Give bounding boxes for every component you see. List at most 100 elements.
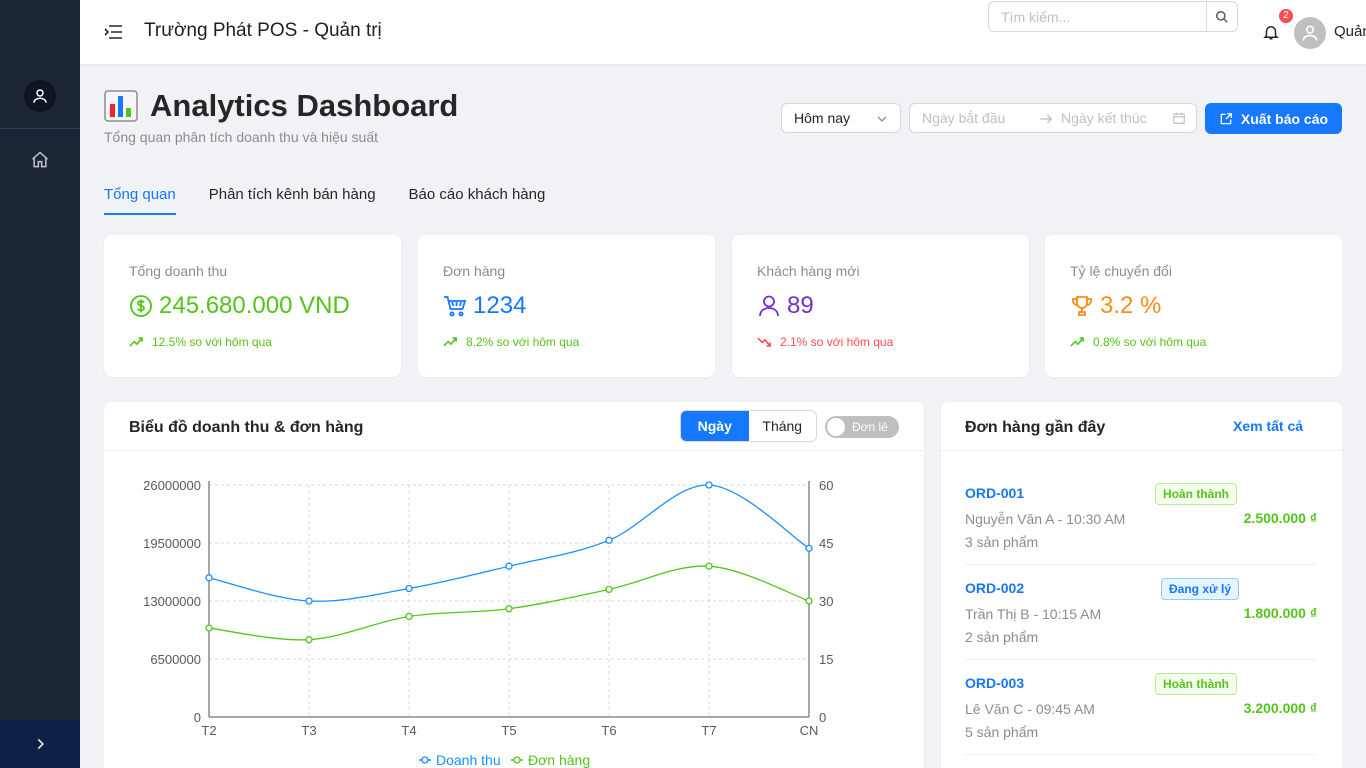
date-range-picker[interactable]: Ngày bắt đầu Ngày kết thúc <box>909 103 1197 133</box>
orders-card-header: Đơn hàng gần đây Xem tất cả <box>941 402 1342 451</box>
y-right-tick-label: 30 <box>819 594 833 609</box>
data-point <box>305 636 313 644</box>
sidebar-expand-button[interactable] <box>0 720 80 768</box>
period-segmented-control: Ngày Tháng <box>680 410 817 442</box>
date-start-field[interactable]: Ngày bắt đầu <box>922 110 1005 126</box>
segment-month[interactable]: Tháng <box>749 411 817 441</box>
search-box <box>988 1 1238 32</box>
chevron-down-icon <box>877 116 887 122</box>
order-amount: 3.200.000 ₫ <box>1243 700 1317 716</box>
stat-label: Tỷ lệ chuyển đổi <box>1070 263 1172 279</box>
data-point <box>705 562 713 570</box>
search-button[interactable] <box>1206 2 1237 31</box>
legend-marker <box>421 756 429 764</box>
stat-change: 0.8% so với hôm qua <box>1070 335 1206 349</box>
sidebar <box>0 0 80 768</box>
tab-channel-analysis[interactable]: Phân tích kênh bán hàng <box>209 186 376 215</box>
x-tick-label: T6 <box>601 723 616 738</box>
legend-label: Doanh thu <box>436 752 501 768</box>
x-tick-label: T3 <box>301 723 316 738</box>
stat-label: Khách hàng mới <box>757 263 860 279</box>
search-icon <box>1216 10 1228 23</box>
sidebar-item-home[interactable] <box>30 150 50 170</box>
trend-up-icon <box>129 337 143 347</box>
stat-change-text: 12.5% so với hôm qua <box>152 335 272 349</box>
export-report-button[interactable]: Xuất báo cáo <box>1205 103 1342 134</box>
bar-chart-emoji-icon <box>104 90 138 122</box>
toggle-knob <box>827 418 845 436</box>
stat-value: 3.2 % <box>1100 292 1162 319</box>
order-items: 3 sản phẩm <box>965 534 1039 550</box>
data-point <box>505 562 513 570</box>
user-icon <box>759 295 779 317</box>
data-point <box>805 597 813 605</box>
stat-card-conversion: Tỷ lệ chuyển đổi 3.2 % 0.8% so với hôm q… <box>1045 235 1342 377</box>
data-point <box>405 612 413 621</box>
menu-fold-icon <box>104 25 122 39</box>
revenue-orders-line-chart: 0 0 6500000 15 13000000 30 19500000 45 26000000 6… <box>143 478 833 768</box>
export-report-label: Xuất báo cáo <box>1240 110 1329 127</box>
sidebar-user-avatar[interactable] <box>24 80 56 112</box>
order-item[interactable]: ORD-003 Lê Văn C - 09:45 AM 5 sản phẩm H… <box>965 660 1317 755</box>
y-right-tick-label: 0 <box>819 710 826 725</box>
stat-change-text: 0.8% so với hôm qua <box>1093 335 1207 349</box>
calendar-icon <box>1173 112 1185 124</box>
user-icon <box>33 89 47 103</box>
data-point <box>305 597 313 605</box>
y-right-tick-label: 45 <box>819 536 833 551</box>
order-amount: 2.500.000 ₫ <box>1243 510 1317 526</box>
y-right-tick-label: 60 <box>819 478 833 493</box>
data-point <box>605 585 613 594</box>
order-id[interactable]: ORD-001 <box>965 485 1024 501</box>
y-left-tick-label: 0 <box>194 710 201 725</box>
menu-toggle-button[interactable] <box>104 24 122 40</box>
y-left-tick-label: 26000000 <box>143 478 201 493</box>
tab-overview[interactable]: Tổng quan <box>104 186 176 215</box>
y-left-tick-label: 19500000 <box>143 536 201 551</box>
order-item[interactable]: ORD-001 Nguyễn Văn A - 10:30 AM 3 sản ph… <box>965 470 1317 565</box>
period-select-value: Hôm nay <box>794 110 851 126</box>
bell-icon <box>1263 26 1279 40</box>
order-id[interactable]: ORD-003 <box>965 675 1024 691</box>
order-status-badge: Hoàn thành <box>1155 483 1237 505</box>
y-right-tick-label: 15 <box>819 652 833 667</box>
user-avatar[interactable] <box>1294 17 1326 49</box>
order-customer: Lê Văn C - 09:45 AM <box>965 701 1095 717</box>
stat-card-new-customers: Khách hàng mới 89 2.1% so với hôm qua <box>732 235 1029 377</box>
stat-change: 12.5% so với hôm qua <box>129 335 272 349</box>
stat-change-text: 2.1% so với hôm qua <box>780 335 894 349</box>
stat-value: 1234 <box>473 292 527 319</box>
see-all-link[interactable]: Xem tất cả <box>1233 418 1303 434</box>
notification-button[interactable] <box>1262 22 1280 42</box>
stat-label: Đơn hàng <box>443 263 506 279</box>
data-point <box>205 574 213 582</box>
data-point <box>605 536 613 544</box>
x-tick-label: CN <box>800 723 819 738</box>
search-input[interactable] <box>989 2 1207 31</box>
page-title-row: Analytics Dashboard <box>104 88 458 124</box>
revenue-orders-chart-card: Biểu đồ doanh thu & đơn hàng Ngày Tháng … <box>104 402 924 768</box>
stat-card-orders: Đơn hàng 1234 8.2% so với hôm qua <box>418 235 715 377</box>
stat-value-row: 3.2 % <box>1070 292 1161 320</box>
single-order-toggle[interactable]: Đơn lẻ <box>825 416 899 438</box>
orders-title: Đơn hàng gần đây <box>965 419 1106 436</box>
stat-value-row: 245.680.000 VND <box>129 292 350 320</box>
date-end-field[interactable]: Ngày kết thúc <box>1061 110 1147 126</box>
order-id[interactable]: ORD-002 <box>965 580 1024 596</box>
segment-day[interactable]: Ngày <box>681 411 749 441</box>
order-item[interactable]: ORD-002 Trần Thị B - 10:15 AM 2 sản phẩm… <box>965 565 1317 660</box>
stat-card-revenue: Tổng doanh thu 245.680.000 VND 12.5% so … <box>104 235 401 377</box>
data-point <box>205 624 213 632</box>
data-point <box>805 544 813 553</box>
data-point <box>405 584 413 593</box>
tab-customer-report[interactable]: Báo cáo khách hàng <box>409 186 546 215</box>
order-status-badge: Hoàn thành <box>1155 673 1237 695</box>
user-name[interactable]: Quản <box>1334 23 1366 40</box>
chart-card-header: Biểu đồ doanh thu & đơn hàng Ngày Tháng … <box>104 402 924 451</box>
trend-down-icon <box>757 337 771 347</box>
stat-change: 8.2% so với hôm qua <box>443 335 579 349</box>
trend-up-icon <box>443 337 457 347</box>
data-point <box>705 481 713 489</box>
data-point <box>505 605 513 613</box>
period-select[interactable]: Hôm nay <box>781 103 901 133</box>
